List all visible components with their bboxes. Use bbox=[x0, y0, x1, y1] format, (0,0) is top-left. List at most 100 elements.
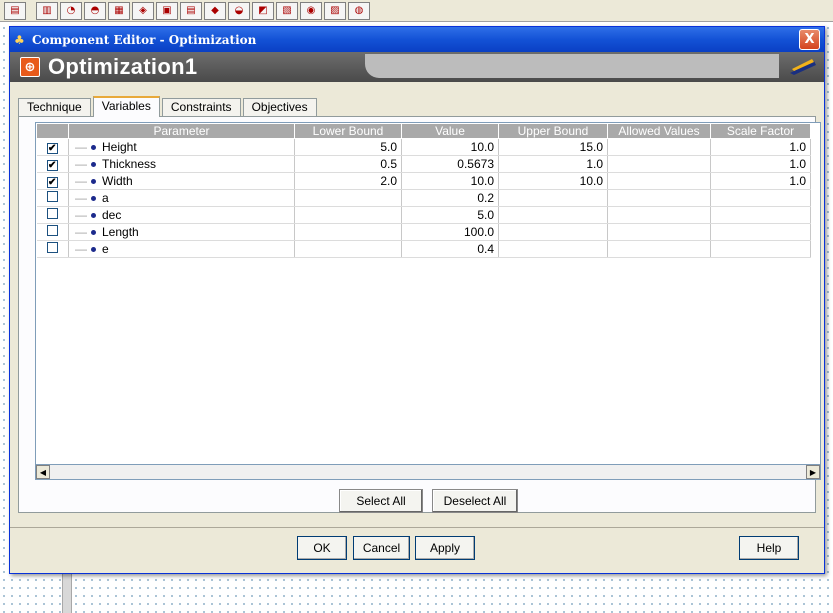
table-row: ✔ — Height 5.0 10.0 15.0 1.0 bbox=[36, 138, 811, 156]
column-header-upper-bound[interactable]: Upper Bound bbox=[498, 123, 608, 139]
tab-variables[interactable]: Variables bbox=[92, 96, 160, 117]
upper-bound-cell[interactable] bbox=[498, 240, 608, 258]
row-checkbox[interactable] bbox=[46, 242, 58, 253]
toolbar-tool-icon[interactable]: ▥ bbox=[36, 1, 58, 20]
column-header-value[interactable]: Value bbox=[401, 123, 499, 139]
toolbar-tool-icon[interactable]: ▣ bbox=[156, 1, 178, 20]
value-cell[interactable]: 10.0 bbox=[401, 138, 499, 156]
column-header-lower-bound[interactable]: Lower Bound bbox=[294, 123, 402, 139]
value-cell[interactable]: 100.0 bbox=[401, 223, 499, 241]
row-checkbox[interactable]: ✔ bbox=[46, 160, 58, 171]
upper-bound-cell[interactable] bbox=[498, 223, 608, 241]
lower-bound-cell[interactable]: 5.0 bbox=[294, 138, 402, 156]
allowed-values-cell[interactable] bbox=[607, 138, 711, 156]
parameter-name: Length bbox=[102, 225, 139, 239]
toolbar-tool-icon[interactable]: ◔ bbox=[60, 1, 82, 20]
toolbar-tool-icon[interactable]: ▧ bbox=[276, 1, 298, 20]
component-editor-dialog: ♣ Component Editor - Optimization X ⊕ Op… bbox=[9, 26, 825, 574]
lower-bound-cell[interactable] bbox=[294, 223, 402, 241]
toolbar-tool-icon[interactable]: ◆ bbox=[204, 1, 226, 20]
parameter-name: Thickness bbox=[102, 157, 157, 171]
table-header-row: Parameter Lower Bound Value Upper Bound … bbox=[36, 123, 811, 139]
variables-table-container: Parameter Lower Bound Value Upper Bound … bbox=[35, 122, 821, 475]
lower-bound-cell[interactable] bbox=[294, 206, 402, 224]
toolbar-tool-icon[interactable]: ◩ bbox=[252, 1, 274, 20]
bullet-icon bbox=[91, 196, 96, 202]
scale-factor-cell[interactable] bbox=[710, 223, 811, 241]
scale-factor-cell[interactable]: 1.0 bbox=[710, 138, 811, 156]
upper-bound-cell[interactable]: 15.0 bbox=[498, 138, 608, 156]
select-all-button[interactable]: Select All bbox=[339, 489, 423, 513]
column-header-allowed-values[interactable]: Allowed Values bbox=[607, 123, 711, 139]
row-checkbox[interactable] bbox=[46, 208, 58, 219]
toolbar-tool-icon[interactable]: ◍ bbox=[348, 1, 370, 20]
scroll-track[interactable] bbox=[50, 465, 806, 479]
upper-bound-cell[interactable]: 1.0 bbox=[498, 155, 608, 173]
close-icon: X bbox=[804, 32, 815, 47]
horizontal-scrollbar[interactable]: ◀ ▶ bbox=[35, 464, 821, 480]
tab-technique[interactable]: Technique bbox=[18, 98, 91, 116]
upper-bound-cell[interactable]: 10.0 bbox=[498, 172, 608, 190]
allowed-values-cell[interactable] bbox=[607, 223, 711, 241]
table-row: — e 0.4 bbox=[36, 240, 811, 258]
lower-bound-cell[interactable]: 0.5 bbox=[294, 155, 402, 173]
apply-button[interactable]: Apply bbox=[415, 536, 475, 560]
allowed-values-cell[interactable] bbox=[607, 155, 711, 173]
allowed-values-cell[interactable] bbox=[607, 240, 711, 258]
allowed-values-cell[interactable] bbox=[607, 189, 711, 207]
scroll-right-icon[interactable]: ▶ bbox=[806, 465, 820, 479]
bullet-icon bbox=[91, 145, 96, 151]
lower-bound-cell[interactable] bbox=[294, 189, 402, 207]
deselect-all-button[interactable]: Deselect All bbox=[432, 489, 518, 513]
toolbar-tool-icon[interactable]: ◓ bbox=[84, 1, 106, 20]
parameter-name: Height bbox=[102, 140, 137, 154]
table-row: — dec 5.0 bbox=[36, 206, 811, 224]
dialog-titlebar[interactable]: ♣ Component Editor - Optimization X bbox=[10, 27, 824, 52]
row-checkbox[interactable] bbox=[46, 191, 58, 202]
value-cell[interactable]: 0.5673 bbox=[401, 155, 499, 173]
row-checkbox[interactable]: ✔ bbox=[46, 143, 58, 154]
value-cell[interactable]: 0.4 bbox=[401, 240, 499, 258]
component-editor-icon: ♣ bbox=[14, 32, 25, 47]
close-button[interactable]: X bbox=[799, 29, 820, 50]
lower-bound-cell[interactable]: 2.0 bbox=[294, 172, 402, 190]
cancel-button[interactable]: Cancel bbox=[353, 536, 410, 560]
upper-bound-cell[interactable] bbox=[498, 206, 608, 224]
ok-button[interactable]: OK bbox=[297, 536, 347, 560]
toolbar-tool-icon[interactable]: ▤ bbox=[4, 1, 26, 20]
toolbar-tool-icon[interactable]: ◈ bbox=[132, 1, 154, 20]
parameter-name: e bbox=[102, 242, 109, 256]
toolbar-tool-icon[interactable]: ▦ bbox=[108, 1, 130, 20]
value-cell[interactable]: 0.2 bbox=[401, 189, 499, 207]
allowed-values-cell[interactable] bbox=[607, 172, 711, 190]
tab-objectives[interactable]: Objectives bbox=[242, 98, 317, 116]
row-checkbox[interactable] bbox=[46, 225, 58, 236]
upper-bound-cell[interactable] bbox=[498, 189, 608, 207]
row-checkbox[interactable]: ✔ bbox=[46, 177, 58, 188]
scale-factor-cell[interactable]: 1.0 bbox=[710, 172, 811, 190]
column-header-scale-factor[interactable]: Scale Factor bbox=[710, 123, 811, 139]
optimization-icon: ⊕ bbox=[20, 57, 40, 77]
lower-bound-cell[interactable] bbox=[294, 240, 402, 258]
value-cell[interactable]: 10.0 bbox=[401, 172, 499, 190]
parameter-name: Width bbox=[102, 174, 133, 188]
tab-strip: Technique Variables Constraints Objectiv… bbox=[18, 96, 319, 117]
column-header-parameter[interactable]: Parameter bbox=[68, 123, 295, 139]
scale-factor-cell[interactable] bbox=[710, 240, 811, 258]
scale-factor-cell[interactable] bbox=[710, 189, 811, 207]
scale-factor-cell[interactable]: 1.0 bbox=[710, 155, 811, 173]
table-row: — Length 100.0 bbox=[36, 223, 811, 241]
dialog-title: Component Editor - Optimization bbox=[32, 32, 257, 47]
table-row: ✔ — Thickness 0.5 0.5673 1.0 1.0 bbox=[36, 155, 811, 173]
column-header-check[interactable] bbox=[36, 123, 69, 139]
toolbar-tool-icon[interactable]: ◉ bbox=[300, 1, 322, 20]
scroll-left-icon[interactable]: ◀ bbox=[36, 465, 50, 479]
toolbar-tool-icon[interactable]: ◒ bbox=[228, 1, 250, 20]
toolbar-tool-icon[interactable]: ▨ bbox=[324, 1, 346, 20]
allowed-values-cell[interactable] bbox=[607, 206, 711, 224]
scale-factor-cell[interactable] bbox=[710, 206, 811, 224]
help-button[interactable]: Help bbox=[739, 536, 799, 560]
tab-constraints[interactable]: Constraints bbox=[161, 98, 241, 116]
toolbar-tool-icon[interactable]: ▤ bbox=[180, 1, 202, 20]
value-cell[interactable]: 5.0 bbox=[401, 206, 499, 224]
